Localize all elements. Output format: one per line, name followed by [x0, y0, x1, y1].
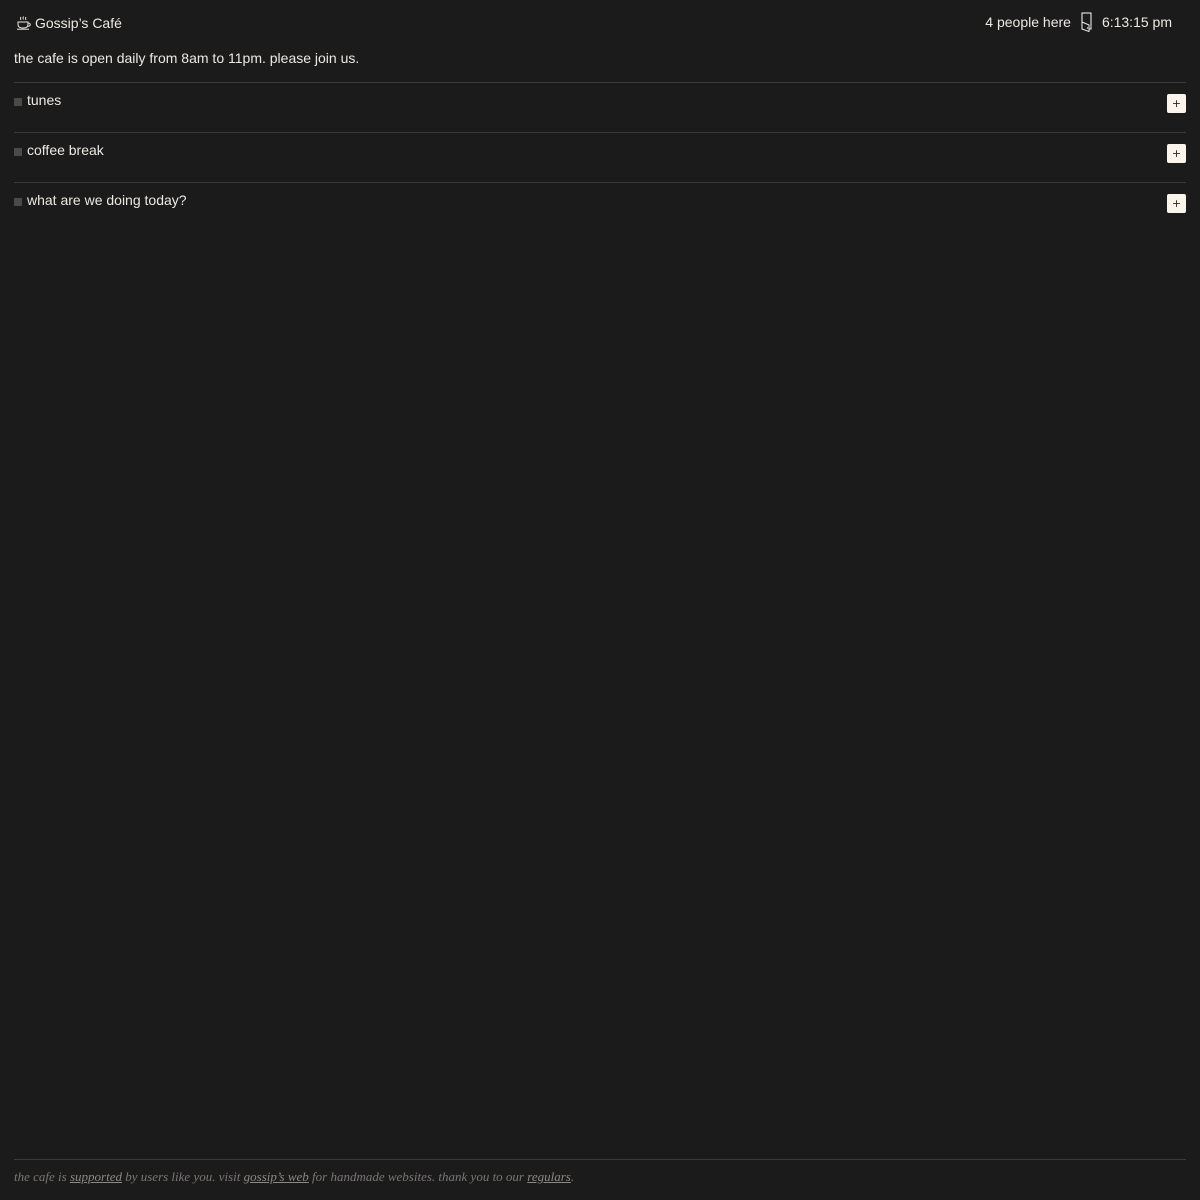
cafe-name: Gossip’s Café [35, 15, 122, 31]
footer: the cafe is supported by users like you.… [14, 1159, 1186, 1200]
room-item-what-are-we-doing-today[interactable]: what are we doing today? + [14, 182, 1186, 232]
cafe-brand: Gossip’s Café [16, 15, 122, 31]
room-label[interactable]: coffee break [27, 142, 104, 158]
cafe-hours-notice: the cafe is open daily from 8am to 11pm.… [14, 50, 360, 66]
cafe-page: Gossip’s Café 4 people here 6:13:15 pm t… [0, 0, 1200, 1200]
room-bullet-icon [14, 148, 22, 156]
footer-text: for handmade websites. thank you to our [308, 1169, 528, 1184]
footer-text: . [570, 1169, 575, 1184]
supported-link[interactable]: supported [70, 1169, 122, 1184]
coffee-cup-icon [16, 15, 32, 31]
current-time: 6:13:15 pm [1101, 14, 1172, 30]
room-item-coffee-break[interactable]: coffee break + [14, 132, 1186, 182]
room-list: tunes + coffee break + what are we doing… [14, 82, 1186, 232]
room-label[interactable]: what are we doing today? [27, 192, 187, 208]
add-button[interactable]: + [1167, 94, 1186, 113]
add-button[interactable]: + [1167, 144, 1186, 163]
people-count: 4 people here [985, 14, 1071, 30]
regulars-link[interactable]: regulars [527, 1169, 571, 1184]
add-button[interactable]: + [1167, 194, 1186, 213]
room-item-tunes[interactable]: tunes + [14, 82, 1186, 132]
footer-text: the cafe is [14, 1169, 70, 1184]
room-bullet-icon [14, 198, 22, 206]
room-bullet-icon [14, 98, 22, 106]
door-icon[interactable] [1080, 12, 1094, 33]
cafe-status: 4 people here 6:13:15 pm [985, 12, 1172, 33]
top-bar: Gossip’s Café 4 people here 6:13:15 pm [14, 0, 1186, 45]
footer-text: by users like you. visit [121, 1169, 244, 1184]
room-label[interactable]: tunes [27, 92, 61, 108]
gossips-web-link[interactable]: gossip’s web [244, 1169, 309, 1184]
